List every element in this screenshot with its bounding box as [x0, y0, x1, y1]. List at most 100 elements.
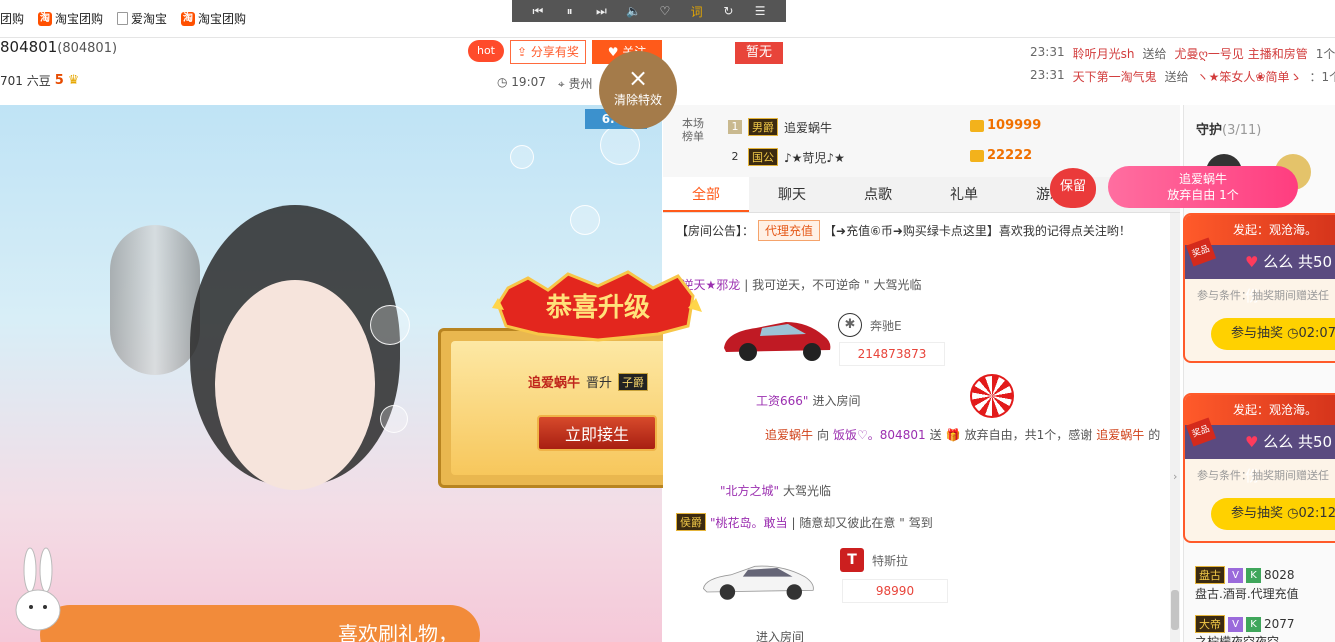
bookmark-item[interactable]: 团购: [0, 10, 24, 27]
chat-motto: | 我可逆天，不可逆命 ": [744, 278, 870, 292]
chat-user[interactable]: "北方之城": [720, 482, 779, 499]
chat-user[interactable]: 追爱蜗牛: [1096, 426, 1144, 443]
broadcast-user[interactable]: 天下第一淘气鬼: [1073, 68, 1157, 85]
rank-number: 2: [731, 150, 739, 163]
guardian-row[interactable]: 之柠檬夜空夜空: [1195, 633, 1279, 642]
join-lottery-button[interactable]: 参与抽奖 ◷02:12: [1211, 498, 1335, 530]
join-lottery-label: 参与抽奖: [1231, 326, 1284, 341]
gift-notification: 追爱蜗牛 放弃自由 1个: [1108, 166, 1298, 208]
gift-broadcast: 23:31 聆听月光sh 送给 尤曼ღ一号见 主播和房管 1个小: [1030, 45, 1335, 62]
gift-broadcast: 23:31 天下第一淘气鬼 送给 ヽ★笨女人❀简单ゝ ：1个: [1030, 68, 1335, 85]
prev-icon[interactable]: ⏮: [531, 4, 545, 19]
tab-chat[interactable]: 聊天: [749, 177, 835, 212]
chevron-right-icon[interactable]: ›: [1173, 470, 1183, 490]
chat-user[interactable]: 追爱蜗牛: [765, 426, 813, 443]
ranking-row[interactable]: 2 国公 ♪★苛児♪★: [728, 148, 845, 166]
chat-scrollbar[interactable]: [1170, 213, 1180, 642]
tab-all[interactable]: 全部: [663, 177, 749, 212]
guardian-row[interactable]: 大帝 V K 2077: [1195, 615, 1295, 633]
chat-target[interactable]: 饭饭♡。804801: [833, 426, 926, 443]
car-number: 214873873: [839, 342, 945, 366]
gift-user: 追爱蜗牛: [1178, 172, 1227, 186]
next-icon[interactable]: ⏭: [594, 4, 608, 19]
bookmark-label: 爱淘宝: [131, 12, 168, 26]
bean-count: 701 六豆: [0, 74, 51, 88]
tesla-logo-icon: T: [840, 548, 864, 572]
guardian-row[interactable]: 盘古.酒哥.代理充值: [1195, 585, 1299, 602]
rank-number: 1: [728, 120, 742, 134]
chat-user[interactable]: "桃花岛。敢当: [710, 514, 788, 531]
broadcast-target[interactable]: 尤曼ღ一号见 主播和房管: [1174, 45, 1307, 62]
car-brand-name: 奔驰E: [870, 318, 902, 333]
agent-recharge-link[interactable]: 代理充值: [758, 220, 821, 241]
rabbit-image: [15, 547, 61, 631]
bookmark-item[interactable]: 淘淘宝团购: [38, 10, 103, 27]
broadcast-count: ：1个: [1309, 70, 1335, 84]
broadcast-target[interactable]: ヽ★笨女人❀简单ゝ: [1197, 68, 1302, 85]
baoliu-heart[interactable]: 保留: [1050, 168, 1096, 208]
tab-gifts[interactable]: 礼单: [921, 177, 1007, 212]
chat-tabs: 全部 聊天 点歌 礼单 游戏: [663, 177, 1180, 213]
car-brand-name: 特斯拉: [872, 553, 909, 568]
k-icon: K: [1246, 616, 1261, 632]
guardian-title: 守护(3/11): [1196, 119, 1261, 138]
k-icon: K: [1246, 567, 1261, 583]
chat-suffix: 驾到: [908, 515, 933, 530]
guardian-text: 之柠檬夜空夜空: [1195, 635, 1280, 642]
chat-suffix: 进入房间: [812, 394, 861, 408]
rank-score-value: 109999: [987, 118, 1042, 133]
doc-icon: [117, 12, 129, 25]
vip-icon: V: [1228, 567, 1243, 583]
crown-icon: ♛: [67, 73, 80, 88]
chat-message: "北方之城" 大驾光临: [720, 482, 831, 499]
coin-icon: [970, 119, 984, 132]
lottery-time: 02:12: [1298, 506, 1335, 521]
notice-prefix: 【房间公告】：: [676, 224, 755, 238]
clear-effects-button[interactable]: × 清除特效: [599, 51, 677, 129]
room-stats: 701 六豆 5 ♛: [0, 72, 79, 89]
gift-icon: 🎁: [945, 427, 961, 442]
ranking-label[interactable]: 本场榜单: [680, 117, 706, 143]
loop-icon[interactable]: ↻: [721, 4, 735, 18]
tab-songs[interactable]: 点歌: [835, 177, 921, 212]
chat-word: 送: [929, 428, 942, 442]
car-brand: ✱ 奔驰E: [838, 313, 902, 337]
guardian-count: (3/11): [1222, 123, 1262, 138]
chat-scroll-thumb[interactable]: [1171, 590, 1179, 630]
heart-icon[interactable]: ♡: [658, 4, 672, 18]
noble-badge: 大帝: [1195, 615, 1225, 633]
broadcast-action: 送给: [1142, 47, 1167, 61]
lyrics-icon[interactable]: 词: [690, 3, 704, 20]
bookmark-item[interactable]: 淘淘宝团购: [181, 10, 246, 27]
bubble-decoration: [600, 125, 640, 165]
noble-badge: 男爵: [748, 118, 778, 136]
ranking-row[interactable]: 1 男爵 追爱蜗牛: [728, 118, 832, 136]
pause-icon[interactable]: ⏸: [563, 4, 577, 19]
guardian-title-text: 守护: [1196, 123, 1223, 138]
bookmark-label: 淘宝团购: [198, 12, 247, 26]
share-button[interactable]: ⇪ 分享有奖: [510, 40, 586, 64]
guardian-row[interactable]: 盘古 V K 8028: [1195, 566, 1295, 584]
microphone-image: [110, 225, 200, 375]
close-icon: ×: [627, 64, 649, 92]
live-room-page: 团购 淘淘宝团购 爱淘宝 淘淘宝团购 ⏮ ⏸ ⏭ 🔈 ♡ 词 ↻ ☰ 80480…: [0, 0, 1335, 642]
coin-icon: [970, 149, 984, 162]
broadcast-count: 1个小: [1315, 47, 1335, 61]
taobao-icon: 淘: [38, 11, 53, 26]
accept-button[interactable]: 立即接生: [537, 415, 657, 451]
bookmark-item[interactable]: 爱淘宝: [117, 10, 167, 27]
taobao-icon: 淘: [181, 11, 196, 26]
volume-icon[interactable]: 🔈: [626, 4, 641, 18]
chat-motto: | 随意却又彼此在意 ": [791, 515, 905, 530]
chat-user[interactable]: 工资666": [756, 392, 808, 409]
clock-icon: ◷: [1287, 326, 1299, 341]
broadcast-user[interactable]: 聆听月光sh: [1073, 45, 1135, 62]
share-label: 分享有奖: [530, 45, 579, 59]
hot-badge[interactable]: hot: [468, 40, 504, 62]
room-time: 19:07: [511, 75, 546, 89]
upgrade-message: 追爱蜗牛 晋升 子爵: [528, 372, 649, 391]
share-icon: ⇪: [517, 45, 531, 59]
broadcast-time: 23:31: [1030, 68, 1065, 82]
join-lottery-button[interactable]: 参与抽奖 ◷02:07: [1211, 318, 1335, 350]
playlist-icon[interactable]: ☰: [753, 4, 767, 18]
